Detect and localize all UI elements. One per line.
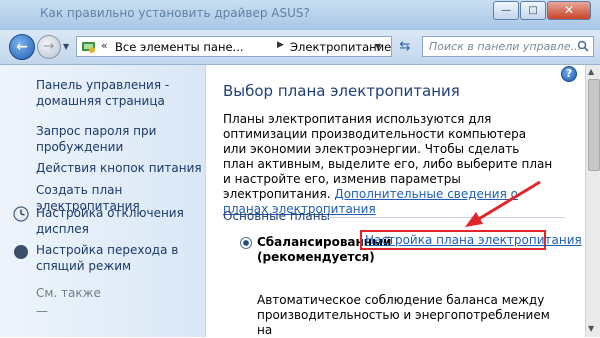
plan-radio-button[interactable] <box>240 237 252 249</box>
maximize-button[interactable]: □ <box>520 1 546 20</box>
address-overflow-chevron[interactable]: « <box>101 39 108 52</box>
minimize-button[interactable]: — <box>493 1 519 20</box>
title-bar: Как правильно установить драйвер ASUS? —… <box>0 0 600 31</box>
back-button[interactable]: ← <box>9 34 35 60</box>
see-also-heading: См. также <box>36 286 101 300</box>
refresh-icon[interactable]: ⇆ <box>396 39 414 55</box>
vertical-scrollbar[interactable]: ▲ ▼ <box>585 65 600 337</box>
plan-settings-link[interactable]: Настройка плана электропитания <box>360 230 582 250</box>
history-dropdown-icon[interactable]: ▼ <box>63 42 69 51</box>
plan-description: Автоматическое соблюдение баланса между … <box>257 293 550 337</box>
main-panel: ? Выбор плана электропитания Планы элект… <box>205 65 585 337</box>
scroll-down-icon[interactable]: ▼ <box>588 324 594 333</box>
help-icon[interactable]: ? <box>561 66 577 82</box>
scroll-thumb[interactable] <box>588 79 600 171</box>
plan-name[interactable]: Сбалансированный (рекомендуется) <box>257 235 391 265</box>
scroll-up-icon[interactable]: ▲ <box>588 67 594 76</box>
breadcrumb-all-items[interactable]: Все элементы пане... <box>115 40 244 54</box>
see-also-item[interactable]: — <box>36 303 48 319</box>
sidebar-item-display-off[interactable]: Настройка отключения дисплея <box>36 205 196 237</box>
forward-button[interactable]: → <box>37 35 61 59</box>
address-bar[interactable]: « Все элементы пане... ▶ Электропитание … <box>76 36 392 57</box>
section-divider <box>325 217 565 218</box>
arrow-left-icon: ← <box>16 39 28 55</box>
search-icon[interactable] <box>577 40 589 52</box>
control-panel-icon <box>82 42 95 53</box>
window-title-ghost: Как правильно установить драйвер ASUS? <box>40 6 310 20</box>
page-title: Выбор плана электропитания <box>223 82 460 100</box>
search-box[interactable]: Поиск в панели управле... <box>422 36 594 57</box>
sidebar-item-power-buttons[interactable]: Действия кнопок питания <box>36 160 206 176</box>
close-button[interactable]: ✕ <box>547 1 591 20</box>
navigation-bar: ← → ▼ « Все элементы пане... ▶ Электропи… <box>0 30 600 65</box>
content-area: Панель управления - домашняя страница За… <box>0 65 600 337</box>
breadcrumb-separator-icon[interactable]: ▶ <box>277 40 284 50</box>
display-clock-icon <box>13 206 29 222</box>
sidebar-item-sleep[interactable]: Настройка перехода в спящий режим <box>36 242 196 274</box>
address-dropdown-icon[interactable]: ▼ <box>375 42 381 51</box>
sidebar-item-password-on-wake[interactable]: Запрос пароля при пробуждении <box>36 123 186 155</box>
arrow-right-icon: → <box>43 39 55 54</box>
moon-icon <box>14 245 28 259</box>
section-title: Основные планы <box>223 209 331 223</box>
page-description: Планы электропитания используются для оп… <box>223 112 553 217</box>
sidebar: Панель управления - домашняя страница За… <box>0 65 206 337</box>
sidebar-item-home[interactable]: Панель управления - домашняя страница <box>36 77 196 109</box>
search-input[interactable]: Поиск в панели управле... <box>429 40 581 53</box>
